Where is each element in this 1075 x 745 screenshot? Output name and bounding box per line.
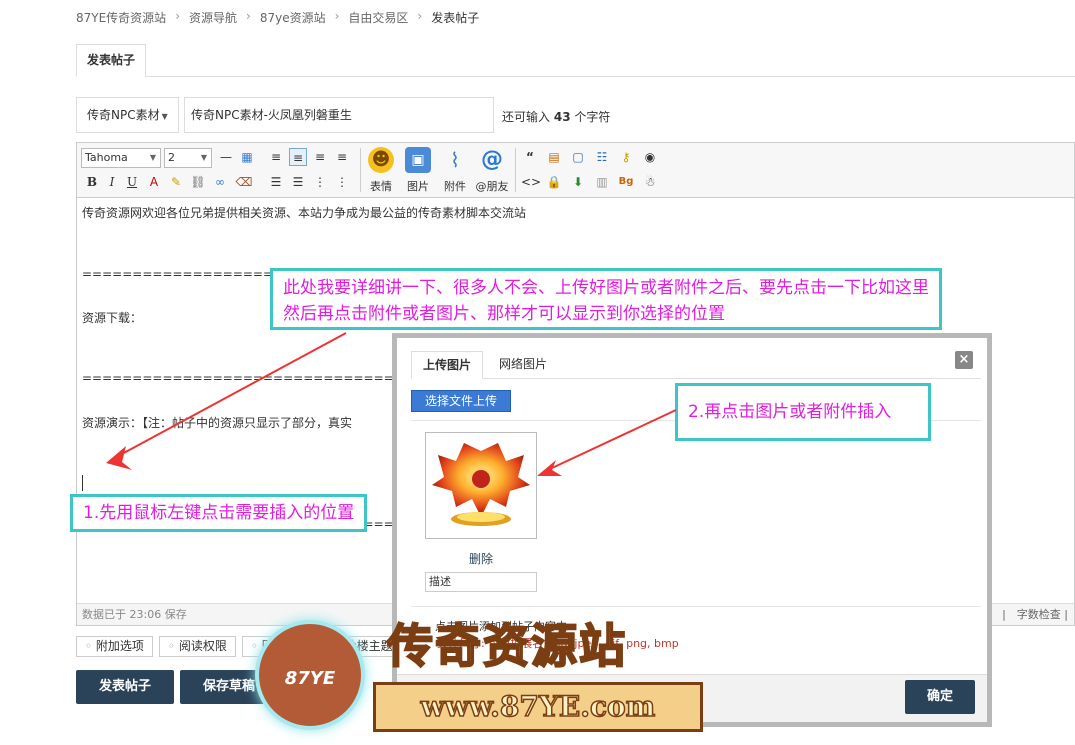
arrow-line (551, 409, 677, 469)
watermark-title: 传奇资源站 (386, 618, 627, 674)
watermark-logo: 87YE (255, 620, 365, 730)
arrow-line (119, 332, 347, 456)
arrow-head (537, 460, 562, 476)
site-watermark: 87YE 传奇资源站 www.87YE.com (255, 610, 715, 740)
watermark-url: www.87YE.com (373, 682, 703, 732)
